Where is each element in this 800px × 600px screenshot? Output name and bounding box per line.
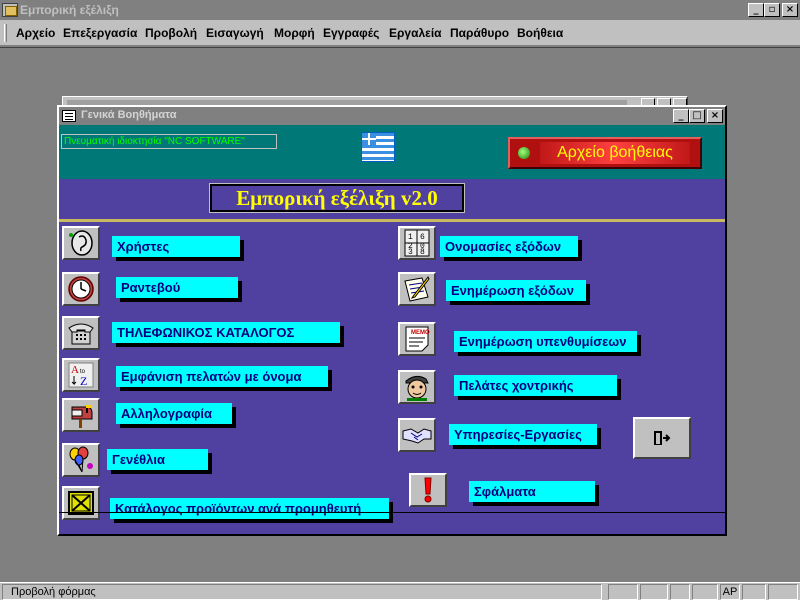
telephone-icon [68,323,94,345]
status-cell [640,584,668,600]
ear-icon [69,230,93,256]
menu-insert[interactable]: Εισαγωγή [206,26,264,40]
pencil-paper-icon [404,276,430,302]
customer-face-icon [405,375,429,401]
errors-icon-button[interactable] [409,473,447,507]
menu-edit[interactable]: Επεξεργασία [63,26,137,40]
phonebook-button[interactable]: ΤΗΛΕΦΩΝΙΚΟΣ ΚΑΤΑΛΟΓΟΣ [112,322,340,343]
divider [59,219,725,222]
customers-by-name-button[interactable]: Εμφάνιση πελατών με όνομα [116,366,328,387]
statusbar: Προβολή φόρμας ΑΡ [0,582,800,600]
copyright-notice: Πνευματική ιδιοκτησία "NC SOFTWARE" [61,134,277,149]
handshake-icon [402,428,432,444]
status-text: Προβολή φόρμας [2,584,602,600]
status-cell [742,584,766,600]
menu-window[interactable]: Παράθυρο [450,26,509,40]
form-window: Γενικά Βοηθήματα _ □ × Πνευματική ιδιοκτ… [57,105,727,536]
balloons-icon [69,446,93,473]
menu-format[interactable]: Μορφή [274,26,315,40]
birthdays-button[interactable]: Γενέθλια [107,449,208,470]
form-minimize-button[interactable]: _ [673,109,689,123]
product-catalog-button[interactable]: Κατάλογος προϊόντων ανά προμηθευτή [110,498,389,519]
memo-text: MEMO [411,330,430,336]
menu-view[interactable]: Προβολή [145,26,197,40]
bottom-divider [59,512,725,513]
calculator-digit-icon: 6 [420,233,425,242]
close-button[interactable]: × [782,3,798,17]
help-file-button[interactable]: Αρχείο βοήθειας [508,137,702,169]
app-title: Εμπορική εξέλιξη [20,3,119,17]
status-indicator: ΑΡ [720,584,740,600]
customers-by-name-icon-button[interactable]: A to Z [62,358,100,392]
app-titlebar: Εμπορική εξέλιξη _ ▫ × [0,0,800,20]
appointments-button[interactable]: Ραντεβού [116,277,238,298]
menubar: Αρχείο Επεξεργασία Προβολή Εισαγωγή Μορφ… [0,20,800,46]
memo-icon: MEMO [405,326,430,352]
mailbox-icon [71,405,93,428]
help-file-label: Αρχείο βοήθειας [540,142,690,164]
menu-records[interactable]: Εγγραφές [323,26,379,40]
status-cell [692,584,718,600]
greek-flag-icon [361,132,395,162]
users-button[interactable]: Χρήστες [112,236,240,257]
form-titlebar: Γενικά Βοηθήματα _ □ × [59,107,725,125]
status-cell [608,584,638,600]
clock-icon [68,276,94,302]
calculator-digit-icon: 8 [420,248,425,257]
errors-button[interactable]: Σφάλματα [469,481,595,502]
led-icon [518,147,530,159]
menu-help[interactable]: Βοήθεια [517,26,563,40]
svg-text:A: A [71,364,79,376]
sort-az-icon: A to Z [68,362,94,388]
expense-update-button[interactable]: Ενημέρωση εξόδων [446,280,586,301]
expense-update-icon-button[interactable] [398,272,436,306]
menu-tools[interactable]: Εργαλεία [389,26,442,40]
menubar-grip[interactable] [4,24,7,42]
app-icon[interactable] [2,3,18,17]
appointments-icon-button[interactable] [62,272,100,306]
expense-names-button[interactable]: Ονομασίες εξόδων [440,236,578,257]
menu-file[interactable]: Αρχείο [16,26,55,40]
form-icon[interactable] [62,110,76,122]
app-heading: Εμπορική εξέλιξη v2.0 [209,183,465,213]
form-title: Γενικά Βοηθήματα [81,109,177,121]
exclamation-icon [424,477,432,503]
minimize-button[interactable]: _ [748,3,764,17]
product-catalog-icon-button[interactable] [62,486,100,520]
restore-button[interactable]: ▫ [764,3,780,17]
form-body: Πνευματική ιδιοκτησία "NC SOFTWARE" Αρχε… [59,125,725,534]
svg-text:Z: Z [80,374,87,388]
calculator-digit-icon: 1 [408,233,413,242]
users-icon-button[interactable] [62,226,100,260]
calculator-digit-icon: 3 [408,248,413,257]
phonebook-icon-button[interactable] [62,316,100,350]
wholesale-customers-button[interactable]: Πελάτες χοντρικής [454,375,617,396]
services-icon-button[interactable] [398,418,436,452]
form-maximize-button[interactable]: □ [689,109,705,123]
expense-names-icon-button[interactable]: 1 2 3 6 0 8 [398,226,436,260]
reminders-update-icon-button[interactable]: MEMO [398,322,436,356]
wholesale-customers-icon-button[interactable] [398,370,436,404]
correspondence-button[interactable]: Αλληλογραφία [116,403,232,424]
calculator-icon: 1 2 3 6 0 8 [404,229,430,257]
form-close-button[interactable]: × [707,109,723,123]
birthdays-icon-button[interactable] [62,443,100,477]
exit-door-icon [654,431,671,445]
status-cell [670,584,690,600]
form-header: Πνευματική ιδιοκτησία "NC SOFTWARE" Αρχε… [59,125,725,179]
reminders-update-button[interactable]: Ενημέρωση υπενθυμίσεων [454,331,637,352]
correspondence-icon-button[interactable] [62,398,100,432]
services-button[interactable]: Υπηρεσίες-Εργασίες [449,424,597,445]
exit-button[interactable] [633,417,691,459]
status-cell [768,584,798,600]
